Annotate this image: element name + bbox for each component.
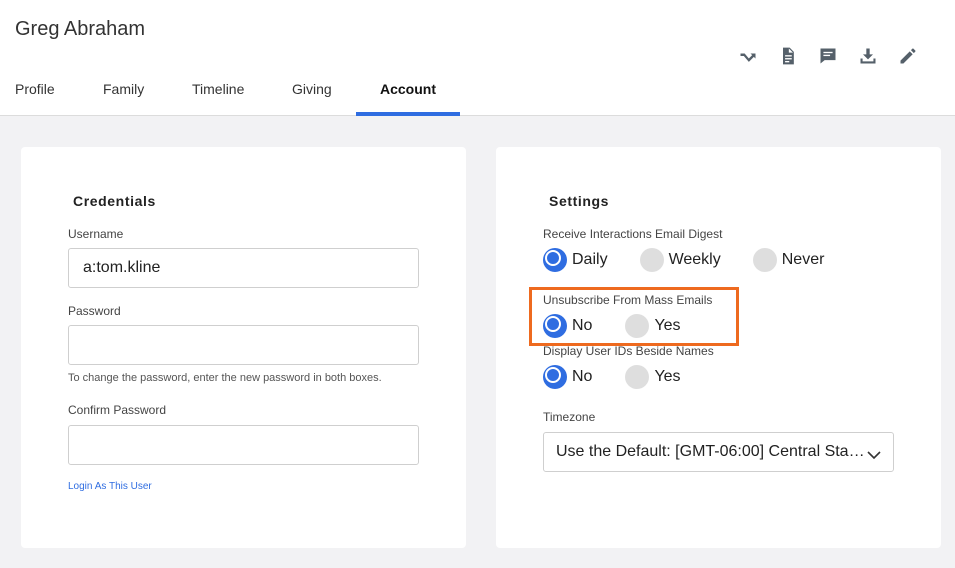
document-icon[interactable] xyxy=(776,44,800,68)
unsubscribe-yes-radio[interactable]: Yes xyxy=(625,314,681,338)
timezone-label: Timezone xyxy=(543,410,596,424)
radio-label: No xyxy=(572,368,593,385)
person-name: Greg Abraham xyxy=(15,18,146,40)
chevron-down-icon xyxy=(867,447,881,460)
comment-icon[interactable] xyxy=(816,44,840,68)
digest-weekly-radio[interactable]: Weekly xyxy=(639,248,721,272)
radio-checked-icon xyxy=(543,248,567,272)
radio-unchecked-icon xyxy=(752,248,777,272)
download-icon[interactable] xyxy=(856,44,880,68)
confirm-password-field[interactable] xyxy=(68,425,419,465)
tab-account[interactable]: Account xyxy=(380,76,436,116)
tab-timeline[interactable]: Timeline xyxy=(192,76,244,116)
tab-profile[interactable]: Profile xyxy=(15,76,55,116)
radio-checked-icon xyxy=(543,314,567,338)
digest-daily-radio[interactable]: Daily xyxy=(543,248,608,272)
radio-checked-icon xyxy=(543,365,567,389)
radio-label: Yes xyxy=(654,317,681,334)
display-ids-yes-radio[interactable]: Yes xyxy=(625,365,681,389)
username-field[interactable] xyxy=(68,248,419,288)
display-ids-no-radio[interactable]: No xyxy=(543,365,592,389)
settings-title: Settings xyxy=(549,193,610,209)
radio-label: Weekly xyxy=(668,251,721,268)
confirm-password-label: Confirm Password xyxy=(68,403,167,417)
radio-label: Yes xyxy=(654,368,681,385)
display-ids-radio-group: No Yes xyxy=(543,364,681,390)
timezone-value: Use the Default: [GMT-06:00] Central Sta… xyxy=(556,443,868,460)
radio-label: No xyxy=(572,317,593,334)
page-header: Greg Abraham Profile Family Timeline Giv… xyxy=(0,0,955,116)
login-as-user-link[interactable]: Login As This User xyxy=(68,481,152,492)
email-digest-label: Receive Interactions Email Digest xyxy=(543,227,723,241)
password-label: Password xyxy=(68,304,121,318)
credentials-title: Credentials xyxy=(73,193,156,209)
radio-unchecked-icon xyxy=(639,248,664,272)
unsubscribe-no-radio[interactable]: No xyxy=(543,314,592,338)
timezone-select[interactable]: Use the Default: [GMT-06:00] Central Sta… xyxy=(543,432,894,472)
display-ids-label: Display User IDs Beside Names xyxy=(543,344,714,358)
password-hint: To change the password, enter the new pa… xyxy=(68,372,382,384)
unsubscribe-label: Unsubscribe From Mass Emails xyxy=(543,293,713,307)
share-arrow-icon[interactable] xyxy=(736,44,760,68)
radio-label: Never xyxy=(781,251,825,268)
unsubscribe-radio-group: No Yes xyxy=(543,313,681,339)
active-tab-indicator xyxy=(356,112,460,116)
tab-giving[interactable]: Giving xyxy=(292,76,332,116)
digest-never-radio[interactable]: Never xyxy=(752,248,825,272)
edit-pencil-icon[interactable] xyxy=(896,44,920,68)
email-digest-radio-group: Daily Weekly Never xyxy=(543,247,824,273)
radio-unchecked-icon xyxy=(625,314,650,338)
radio-label: Daily xyxy=(572,251,608,268)
password-field[interactable] xyxy=(68,325,419,365)
radio-unchecked-icon xyxy=(625,365,650,389)
action-toolbar xyxy=(736,44,936,68)
tab-family[interactable]: Family xyxy=(103,76,144,116)
username-label: Username xyxy=(68,227,124,241)
